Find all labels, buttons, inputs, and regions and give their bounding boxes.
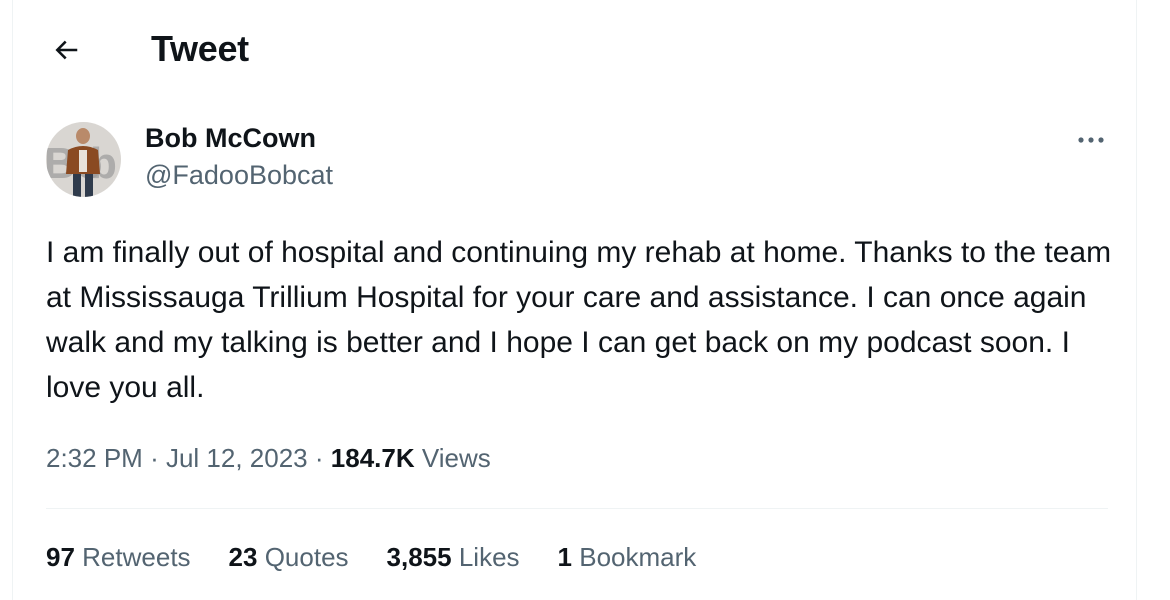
retweets-stat[interactable]: 97 Retweets	[46, 542, 191, 573]
author-name[interactable]: Bob McCown	[145, 123, 316, 154]
tweet-meta: 2:32 PM · Jul 12, 2023 · 184.7K Views	[46, 443, 491, 474]
avatar-photo-icon: Bo b	[46, 122, 121, 197]
tweet-stats: 97 Retweets 23 Quotes 3,855 Likes 1 Book…	[46, 542, 696, 573]
divider	[46, 508, 1108, 509]
likes-count: 3,855	[386, 542, 452, 572]
quotes-stat[interactable]: 23 Quotes	[229, 542, 349, 573]
tweet-time[interactable]: 2:32 PM	[46, 443, 143, 473]
page-title: Tweet	[151, 28, 249, 69]
author-handle[interactable]: @FadooBobcat	[145, 160, 333, 191]
retweets-label: Retweets	[82, 542, 191, 572]
tweet-page: Tweet Bo b Bob McCown @FadooBobcat I am …	[12, 0, 1137, 600]
quotes-label: Quotes	[264, 542, 349, 572]
bookmarks-count: 1	[557, 542, 573, 572]
arrow-left-icon	[55, 40, 78, 60]
back-button[interactable]	[46, 30, 86, 70]
likes-label: Likes	[458, 542, 520, 572]
header: Tweet	[13, 0, 1136, 100]
views-label: Views	[421, 443, 491, 473]
quotes-count: 23	[228, 542, 258, 572]
tweet-text: I am finally out of hospital and continu…	[46, 236, 1112, 404]
more-horizontal-icon	[1078, 137, 1104, 143]
more-button[interactable]	[1071, 124, 1111, 156]
likes-stat[interactable]: 3,855 Likes	[387, 542, 520, 573]
avatar[interactable]: Bo b	[46, 122, 121, 197]
bookmarks-label: Bookmark	[579, 542, 697, 572]
bookmarks-stat[interactable]: 1 Bookmark	[558, 542, 697, 573]
meta-separator: ·	[314, 443, 324, 473]
views-count: 184.7K	[330, 443, 415, 473]
tweet-date[interactable]: Jul 12, 2023	[166, 443, 308, 473]
meta-separator: ·	[150, 443, 159, 473]
retweets-count: 97	[46, 542, 75, 572]
